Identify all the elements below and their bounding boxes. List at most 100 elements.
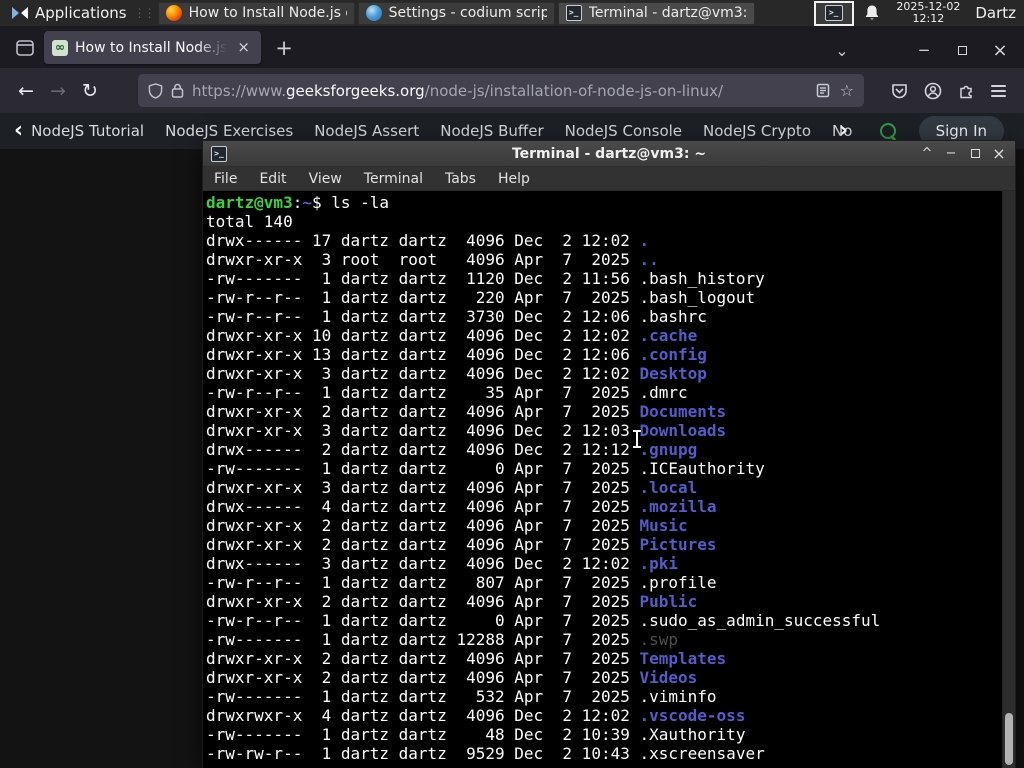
terminal-menu-item[interactable]: File [203,169,248,189]
user-menu[interactable]: Dartz [975,4,1018,22]
url-bar[interactable]: https://www.geeksforgeeks.org/node-js/in… [138,74,864,107]
terminal-menu-item[interactable]: Terminal [353,169,434,189]
xfce-logo-icon [11,6,29,20]
reload-icon[interactable]: ↻ [74,76,106,106]
list-all-tabs-chevron-icon[interactable]: ⌄ [828,41,856,60]
terminal-menu-item[interactable]: Help [487,169,541,189]
terminal-line: drwxr-xr-x 3 dartz dartz 4096 Dec 2 12:0… [206,364,1001,383]
site-nav-link[interactable]: NodeJS Exercises [165,122,293,140]
file-meta: drwxr-xr-x 2 dartz dartz 4096 Apr 7 2025 [206,668,640,687]
terminal-line: drwxr-xr-x 2 dartz dartz 4096 Apr 7 2025… [206,592,1001,611]
terminal-shade-button[interactable]: ^ [917,145,937,163]
window-minimize-button[interactable]: − [908,37,940,63]
applications-label: Applications [35,4,127,22]
file-meta: -rw-r--r-- 1 dartz dartz 0 Apr 7 2025 [206,611,640,630]
notification-bell-icon[interactable] [863,4,881,22]
prompt-line: dartz@vm3:~$ ls -la [206,193,390,212]
terminal-line: drwx------ 4 dartz dartz 4096 Apr 7 2025… [206,497,1001,516]
file-meta: -rw------- 1 dartz dartz 532 Apr 7 2025 [206,687,640,706]
terminal-line: drwxr-xr-x 2 dartz dartz 4096 Apr 7 2025… [206,649,1001,668]
file-listing: drwx------ 17 dartz dartz 4096 Dec 2 12:… [206,231,1001,763]
file-name: .gnupg [639,440,698,459]
search-icon[interactable] [879,122,897,140]
terminal-menu-item[interactable]: Edit [248,169,297,189]
terminal-line: drwxr-xr-x 13 dartz dartz 4096 Dec 2 12:… [206,345,1001,364]
tab-title: How to Install Node.js on [75,39,228,56]
site-nav-link[interactable]: NodeJS Assert [314,122,419,140]
file-name: Desktop [639,364,707,383]
bookmark-star-icon[interactable]: ☆ [840,81,854,100]
panel-grip: ⋮⋮ [133,6,156,20]
clock-time: 12:12 [912,12,945,25]
window-close-button[interactable]: × [984,37,1016,63]
file-name: .bash_history [639,269,765,288]
tracking-shield-icon[interactable] [148,82,163,99]
nav-scroll-left-chevron-icon[interactable]: ‹ [14,120,23,142]
nav-scroll-right-chevron-icon[interactable]: › [839,120,848,142]
terminal-line: -rw------- 1 dartz dartz 48 Dec 2 10:39 … [206,725,1001,744]
geeksforgeeks-favicon: ∞ [52,39,68,56]
reader-mode-icon[interactable] [816,83,830,98]
forward-icon[interactable]: → [42,76,74,106]
terminal-output: dartz@vm3:~$ ls -la total 140 drwx------… [203,191,1015,768]
terminal-window: >_ Terminal - dartz@vm3: ~ ^ − × File Edi… [202,140,1016,768]
file-meta: drwxr-xr-x 2 dartz dartz 4096 Apr 7 2025 [206,592,640,611]
terminal-close-button[interactable]: × [989,144,1009,163]
menu-hamburger-icon[interactable] [991,84,1006,97]
panel-clock[interactable]: 2025-12-02 12:12 [896,1,960,25]
terminal-line: drwxr-xr-x 2 dartz dartz 4096 Apr 7 2025… [206,402,1001,421]
site-nav-link[interactable]: NodeJS Tutorial [31,122,144,140]
terminal-line: drwxrwxr-x 4 dartz dartz 4096 Dec 2 12:0… [206,706,1001,725]
file-name: .. [639,250,659,269]
terminal-line: -rw------- 1 dartz dartz 0 Apr 7 2025 .I… [206,459,1001,478]
extensions-puzzle-icon[interactable] [958,82,975,99]
tray-terminal-launcher[interactable]: >_ [813,0,854,26]
site-nav-link[interactable]: NodeJS Console [565,122,682,140]
file-name: .mozilla [639,497,717,516]
top-panel: Applications ⋮⋮ How to Install Node.js o… [0,0,1024,27]
desktop: Applications ⋮⋮ How to Install Node.js o… [0,0,1024,768]
applications-menu-button[interactable]: Applications [4,2,134,25]
terminal-menu-item[interactable]: View [298,169,353,189]
terminal-line: drwx------ 3 dartz dartz 4096 Dec 2 12:0… [206,554,1001,573]
file-name: Downloads [639,421,727,440]
site-nav-link[interactable]: NodeJS Crypto [703,122,811,140]
file-meta: drwxr-xr-x 10 dartz dartz 4096 Dec 2 12:… [206,326,640,345]
firefox-view-icon[interactable] [10,33,40,63]
terminal-scrollbar[interactable] [1002,191,1015,768]
file-meta: drwxrwxr-x 4 dartz dartz 4096 Dec 2 12:0… [206,706,640,725]
file-name: Videos [639,668,698,687]
terminal-icon: >_ [824,5,843,21]
new-tab-button[interactable]: + [269,33,299,63]
file-name: .bashrc [639,307,707,326]
terminal-titlebar[interactable]: >_ Terminal - dartz@vm3: ~ ^ − × [203,141,1015,167]
terminal-line: drwx------ 17 dartz dartz 4096 Dec 2 12:… [206,231,1001,250]
file-name: .bash_logout [639,288,756,307]
tab-close-icon[interactable]: × [234,38,253,57]
scrollbar-thumb[interactable] [1005,713,1013,765]
back-icon[interactable]: ← [10,76,42,106]
taskbar-button-terminal[interactable]: >_ Terminal - dartz@vm3: ~ [557,1,755,25]
file-name: Documents [639,402,727,421]
file-name: .viminfo [639,687,717,706]
browser-tab-active[interactable]: ∞ How to Install Node.js on × [44,31,261,64]
terminal-menu-item[interactable]: Tabs [434,169,487,189]
site-nav-link[interactable]: NodeJS Buffer [440,122,543,140]
taskbar-button-firefox[interactable]: How to Install Node.js o... [157,1,355,25]
lock-icon[interactable] [171,83,184,98]
file-name: .xscreensaver [639,744,765,763]
window-maximize-button[interactable] [946,37,978,63]
file-meta: -rw------- 1 dartz dartz 0 Apr 7 2025 [206,459,640,478]
file-name: Pictures [639,535,717,554]
file-meta: drwxr-xr-x 13 dartz dartz 4096 Dec 2 12:… [206,345,640,364]
terminal-maximize-button[interactable] [965,145,985,163]
account-icon[interactable] [924,82,942,100]
file-meta: drwx------ 4 dartz dartz 4096 Apr 7 2025 [206,497,640,516]
taskbar-button-codium[interactable]: Settings - codium script... [357,1,555,25]
pocket-icon[interactable] [891,83,908,99]
file-meta: drwx------ 2 dartz dartz 4096 Dec 2 12:1… [206,440,640,459]
terminal-line: -rw-r--r-- 1 dartz dartz 3730 Dec 2 12:0… [206,307,1001,326]
terminal-line: -rw-r--r-- 1 dartz dartz 807 Apr 7 2025 … [206,573,1001,592]
file-name: . [639,231,650,250]
terminal-minimize-button[interactable]: − [941,145,961,163]
